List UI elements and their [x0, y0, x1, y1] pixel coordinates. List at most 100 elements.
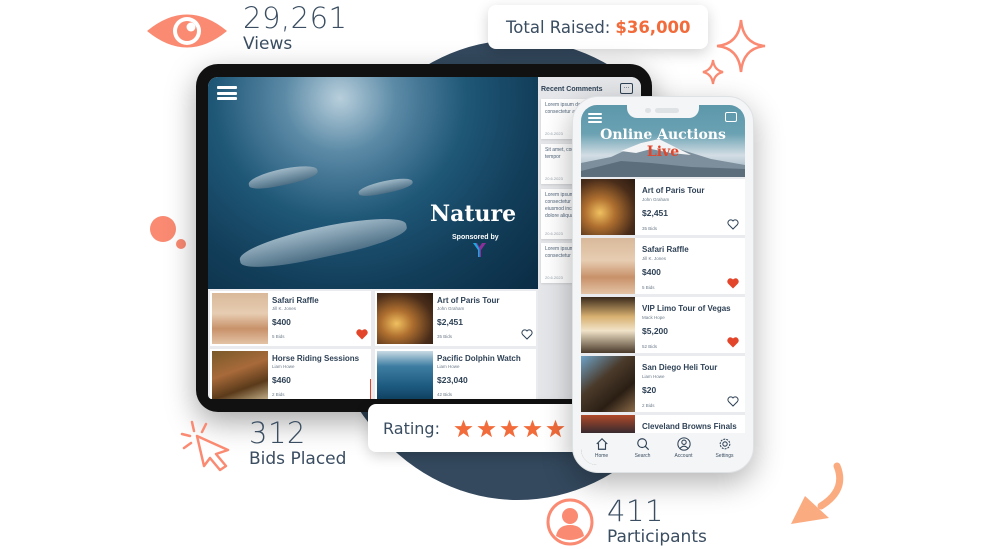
- phone-title: Online Auctions: [600, 127, 726, 143]
- item-owner: John Graham: [437, 306, 465, 311]
- auction-card[interactable]: Safari Raffle Jill K. Jones $400 5 Bids: [581, 238, 745, 294]
- decorative-dot-large: [150, 216, 176, 242]
- rating-label: Rating:: [383, 418, 440, 438]
- item-title: Safari Raffle: [272, 296, 319, 305]
- bids-count: 312: [249, 416, 306, 450]
- item-owner: Liam Howe: [642, 374, 665, 379]
- chat-icon[interactable]: [725, 112, 737, 122]
- total-raised-label: Total Raised:: [506, 17, 611, 37]
- tab-account[interactable]: Account: [666, 437, 702, 459]
- sponsored-by-label: Sponsored by: [452, 234, 499, 241]
- views-label: Views: [243, 34, 293, 54]
- item-owner: John Graham: [642, 197, 670, 202]
- rating-stars: [454, 419, 565, 438]
- item-price: $2,451: [642, 208, 668, 218]
- item-thumbnail: [377, 351, 433, 399]
- tab-settings[interactable]: Settings: [707, 437, 743, 459]
- total-raised-value: $36,000: [615, 17, 691, 37]
- tab-label: Search: [634, 453, 651, 459]
- star-icon: [477, 419, 496, 437]
- account-icon: [676, 437, 691, 451]
- participants-count: 411: [607, 494, 664, 528]
- dolphin-shape: [236, 209, 410, 275]
- item-thumbnail: [581, 179, 635, 235]
- item-price: $400: [272, 317, 291, 327]
- settings-icon: [719, 438, 730, 450]
- item-thumbnail: [581, 238, 635, 294]
- bottom-tab-bar: Home Search Account Settings: [581, 433, 745, 465]
- phone-device: Online Auctions Live Art of Paris Tour J…: [572, 96, 754, 473]
- item-price: $2,451: [437, 317, 463, 327]
- tab-home[interactable]: Home: [584, 437, 620, 459]
- heart-outline-icon[interactable]: [521, 329, 533, 340]
- item-bids: 35 Bids: [437, 334, 453, 339]
- item-bids: 35 Bids: [642, 226, 658, 231]
- item-bids: 42 Bids: [437, 392, 453, 397]
- phone-subtitle-live: Live: [646, 144, 680, 160]
- auction-card[interactable]: Pacific Dolphin Watch Liam Howe $23,040 …: [375, 349, 536, 399]
- auction-card[interactable]: Art of Paris Tour John Graham $2,451 35 …: [375, 291, 536, 346]
- scroll-indicator[interactable]: [370, 379, 371, 399]
- auction-card[interactable]: VIP Limo Tour of Vegas Mack Hope $5,200 …: [581, 297, 745, 353]
- heart-filled-icon[interactable]: [356, 329, 368, 340]
- item-bids: 5 Bids: [642, 285, 655, 290]
- star-icon: [523, 419, 542, 437]
- more-options-icon[interactable]: ...: [620, 83, 633, 94]
- menu-icon[interactable]: [217, 86, 237, 100]
- auction-card[interactable]: Safari Raffle Jill K. Jones $400 5 Bids: [210, 291, 371, 346]
- hero-title: Nature: [430, 201, 517, 227]
- phone-hero-banner: Online Auctions Live: [581, 105, 745, 177]
- search-icon: [636, 438, 649, 451]
- ymca-logo-icon: [473, 243, 486, 257]
- heart-outline-icon[interactable]: [727, 396, 739, 407]
- tab-label: Home: [594, 453, 609, 459]
- item-owner: Liam Howe: [272, 364, 295, 369]
- item-title: San Diego Heli Tour: [642, 363, 718, 372]
- item-bids: 52 Bids: [642, 344, 658, 349]
- item-thumbnail: [377, 293, 433, 344]
- auction-card[interactable]: San Diego Heli Tour Liam Howe $20 2 Bids: [581, 356, 745, 412]
- item-title: Horse Riding Sessions: [272, 354, 360, 363]
- auction-card[interactable]: Horse Riding Sessions Liam Howe $460 2 B…: [210, 349, 371, 399]
- item-price: $5,200: [642, 326, 668, 336]
- item-owner: Mack Hope: [642, 315, 665, 320]
- participants-stat: 411 Participants: [607, 496, 707, 548]
- bids-label: Bids Placed: [249, 449, 347, 469]
- item-price: $20: [642, 385, 657, 395]
- star-icon: [454, 419, 473, 437]
- item-title: Art of Paris Tour: [437, 296, 500, 305]
- item-bids: 5 Bids: [272, 334, 285, 339]
- item-price: $400: [642, 267, 661, 277]
- rating-badge: Rating:: [368, 404, 586, 452]
- auction-card[interactable]: Art of Paris Tour John Graham $2,451 35 …: [581, 179, 745, 235]
- heart-outline-icon[interactable]: [727, 219, 739, 230]
- item-title: VIP Limo Tour of Vegas: [642, 304, 731, 313]
- item-owner: Jill K. Jones: [642, 256, 667, 261]
- heart-filled-icon[interactable]: [727, 278, 739, 289]
- decorative-dot-small: [176, 239, 186, 249]
- heart-filled-icon[interactable]: [727, 337, 739, 348]
- item-owner: Jill K. Jones: [272, 306, 297, 311]
- item-thumbnail: [212, 351, 268, 399]
- phone-screen: Online Auctions Live Art of Paris Tour J…: [581, 105, 745, 465]
- views-count: 29,261: [243, 1, 348, 35]
- dolphin-shape: [357, 175, 414, 199]
- participants-label: Participants: [607, 527, 707, 547]
- item-price: $23,040: [437, 375, 468, 385]
- item-owner: Liam Howe: [437, 364, 460, 369]
- tab-label: Account: [674, 453, 693, 459]
- item-thumbnail: [581, 356, 635, 412]
- eye-icon: [147, 14, 227, 48]
- item-thumbnail: [581, 297, 635, 353]
- bids-stat: 312 Bids Placed: [249, 418, 346, 470]
- views-stat: 29,261 Views: [243, 3, 347, 55]
- item-title: Cleveland Browns Finals: [642, 422, 737, 431]
- cursor-click-icon: [180, 420, 230, 472]
- recent-comments-title: Recent Comments: [541, 86, 603, 93]
- item-title: Art of Paris Tour: [642, 186, 705, 195]
- menu-icon[interactable]: [588, 113, 602, 123]
- tab-label: Settings: [715, 453, 734, 459]
- item-thumbnail: [212, 293, 268, 344]
- phone-notch: [627, 105, 699, 118]
- tab-search[interactable]: Search: [625, 437, 661, 459]
